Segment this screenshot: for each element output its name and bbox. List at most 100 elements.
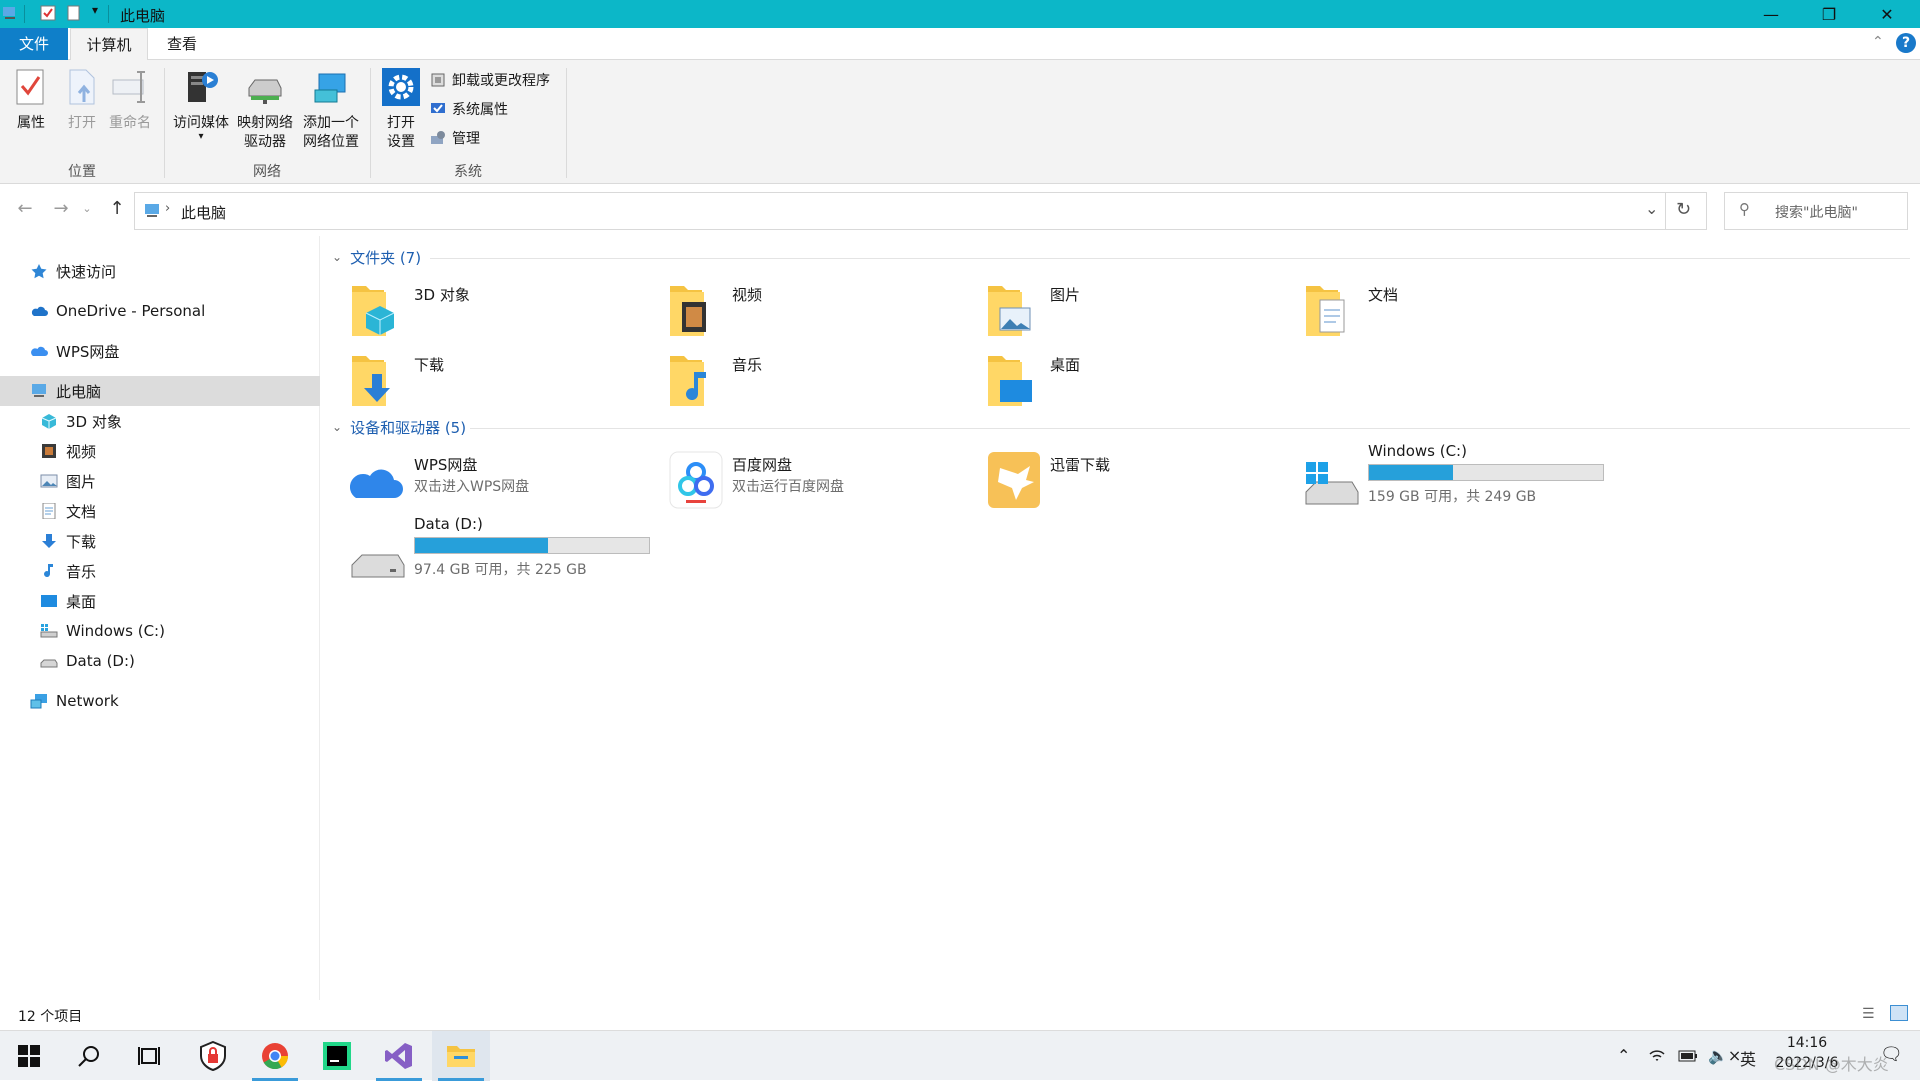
refresh-icon[interactable]: ↻ (1676, 199, 1691, 220)
manage-button[interactable]: 管理 (430, 127, 480, 149)
nav-label: OneDrive - Personal (56, 302, 206, 320)
separator (24, 5, 25, 23)
taskbar-security-app[interactable] (184, 1031, 242, 1081)
access-media-button[interactable]: 访问媒体 ▾ (170, 68, 232, 142)
nav-item-data-d[interactable]: Data (D:) (0, 646, 320, 676)
start-button[interactable] (0, 1031, 58, 1081)
wifi-icon[interactable] (1648, 1048, 1666, 1064)
pycharm-icon (323, 1042, 351, 1070)
device-tile-xunlei-download[interactable]: 迅雷下载 (986, 450, 1296, 516)
details-view-icon[interactable]: ☰ (1862, 1006, 1875, 1022)
large-icons-view-icon[interactable] (1890, 1005, 1908, 1021)
new-folder-quick-icon[interactable] (66, 5, 82, 21)
speaker-muted-icon[interactable]: 🔈× (1708, 1046, 1741, 1065)
back-arrow-icon[interactable]: ← (12, 196, 38, 222)
nav-label: 快速访问 (56, 262, 117, 281)
nav-label: 3D 对象 (66, 412, 122, 431)
address-dropdown-icon[interactable]: ⌄ (1645, 199, 1658, 218)
nav-item-this-pc[interactable]: 此电脑 (0, 376, 320, 406)
manage-label: 管理 (452, 131, 480, 147)
folder-tile-music[interactable]: 音乐 (668, 350, 978, 416)
device-name: WPS网盘 (414, 456, 478, 474)
device-tile-wps-drive[interactable]: WPS网盘 双击进入WPS网盘 (350, 450, 660, 516)
address-bar[interactable]: › 此电脑 ⌄ ↻ (134, 192, 1707, 230)
taskbar-pycharm[interactable] (308, 1031, 366, 1081)
folder-tile-3d-objects[interactable]: 3D 对象 (350, 280, 660, 346)
section-header-devices[interactable]: ⌄ 设备和驱动器 (5) (332, 416, 466, 438)
search-icon (78, 1046, 99, 1067)
recent-locations-chevron-icon[interactable]: ⌄ (80, 196, 94, 222)
nav-item-network[interactable]: Network (0, 686, 320, 716)
device-subtitle: 双击运行百度网盘 (732, 479, 844, 495)
nav-item-windows-c[interactable]: Windows (C:) (0, 616, 320, 646)
open-button[interactable]: 打开 (60, 68, 104, 133)
folder-music-icon (670, 356, 706, 406)
nav-item-videos[interactable]: 视频 (0, 436, 320, 466)
collapse-ribbon-icon[interactable]: ⌃ (1872, 34, 1884, 50)
task-view-button[interactable] (120, 1031, 178, 1081)
close-button[interactable]: ✕ (1858, 0, 1916, 28)
section-header-folders[interactable]: ⌄ 文件夹 (7) (332, 246, 421, 268)
show-hidden-icons-icon[interactable]: ⌃ (1617, 1046, 1630, 1065)
device-tile-baidu-drive[interactable]: 百度网盘 双击运行百度网盘 (668, 450, 978, 516)
ime-indicator[interactable]: 英 (1740, 1046, 1756, 1070)
tab-file[interactable]: 文件 (0, 28, 68, 60)
picture-icon (40, 474, 58, 488)
content-area: ⌄ 文件夹 (7) 3D 对象 视频 图片 文档 下载 音乐 桌面 ⌄ 设备和驱… (330, 236, 1920, 1000)
up-arrow-icon[interactable]: ↑ (104, 196, 130, 222)
rename-button[interactable]: 重命名 (106, 68, 154, 133)
manage-icon (431, 131, 445, 144)
taskbar-search-button[interactable] (60, 1031, 118, 1081)
collapse-chevron-icon[interactable]: ⌄ (332, 420, 342, 434)
restore-button[interactable]: ❐ (1800, 0, 1858, 28)
tab-view[interactable]: 查看 (150, 28, 214, 60)
uninstall-program-button[interactable]: 卸载或更改程序 (430, 69, 550, 91)
nav-item-wps-drive[interactable]: WPS网盘 (0, 336, 320, 366)
nav-item-pictures[interactable]: 图片 (0, 466, 320, 496)
folder-tile-pictures[interactable]: 图片 (986, 280, 1296, 346)
forward-arrow-icon[interactable]: → (48, 196, 74, 222)
folder-tile-desktop[interactable]: 桌面 (986, 350, 1296, 416)
system-properties-label: 系统属性 (452, 102, 508, 118)
minimize-button[interactable]: — (1742, 0, 1800, 28)
folder-tile-videos[interactable]: 视频 (668, 280, 978, 346)
drive-icon (351, 554, 405, 578)
search-input[interactable]: ⚲ 搜索"此电脑" (1724, 192, 1908, 230)
taskbar-file-explorer[interactable] (432, 1031, 490, 1081)
cloud-icon (31, 306, 48, 316)
open-settings-button[interactable]: 打开 设置 (378, 68, 424, 152)
help-icon[interactable]: ? (1896, 33, 1916, 53)
group-separator (566, 68, 567, 178)
system-properties-button[interactable]: 系统属性 (430, 98, 508, 120)
battery-icon[interactable] (1678, 1049, 1698, 1063)
nav-item-music[interactable]: 音乐 (0, 556, 320, 586)
customize-quick-access-icon[interactable]: ▾ (92, 3, 98, 17)
tab-computer[interactable]: 计算机 (70, 28, 148, 61)
nav-item-onedrive[interactable]: OneDrive - Personal (0, 296, 320, 326)
drive-icon (40, 659, 58, 668)
device-tile-data-d[interactable]: Data (D:) 97.4 GB 可用，共 225 GB (350, 515, 660, 581)
folder-name: 下载 (414, 356, 445, 374)
nav-item-3d-objects[interactable]: 3D 对象 (0, 406, 320, 436)
nav-item-documents[interactable]: 文档 (0, 496, 320, 526)
taskbar-chrome[interactable] (246, 1031, 304, 1081)
nav-item-quick-access[interactable]: 快速访问 (0, 256, 320, 286)
clock-time[interactable]: 14:16 (1772, 1035, 1842, 1051)
device-tile-windows-c[interactable]: Windows (C:) 159 GB 可用，共 249 GB (1304, 442, 1614, 508)
add-network-location-button[interactable]: 添加一个 网络位置 (298, 68, 364, 152)
taskbar-visual-studio[interactable] (370, 1031, 428, 1081)
nav-item-downloads[interactable]: 下载 (0, 526, 320, 556)
folder-tile-documents[interactable]: 文档 (1304, 280, 1614, 346)
device-name: 迅雷下载 (1050, 456, 1111, 474)
map-network-drive-button[interactable]: 映射网络 驱动器 (234, 68, 296, 152)
properties-button[interactable]: 属性 (10, 68, 52, 133)
collapse-chevron-icon[interactable]: ⌄ (332, 250, 342, 264)
nav-label: 视频 (66, 442, 97, 461)
nav-item-desktop[interactable]: 桌面 (0, 586, 320, 616)
breadcrumb-this-pc[interactable]: 此电脑 (181, 202, 226, 223)
breadcrumb-chevron-icon[interactable]: › (165, 201, 170, 216)
folder-tile-downloads[interactable]: 下载 (350, 350, 660, 416)
shield-icon (200, 1041, 226, 1071)
properties-quick-icon[interactable] (40, 5, 56, 21)
section-divider (470, 428, 1910, 429)
